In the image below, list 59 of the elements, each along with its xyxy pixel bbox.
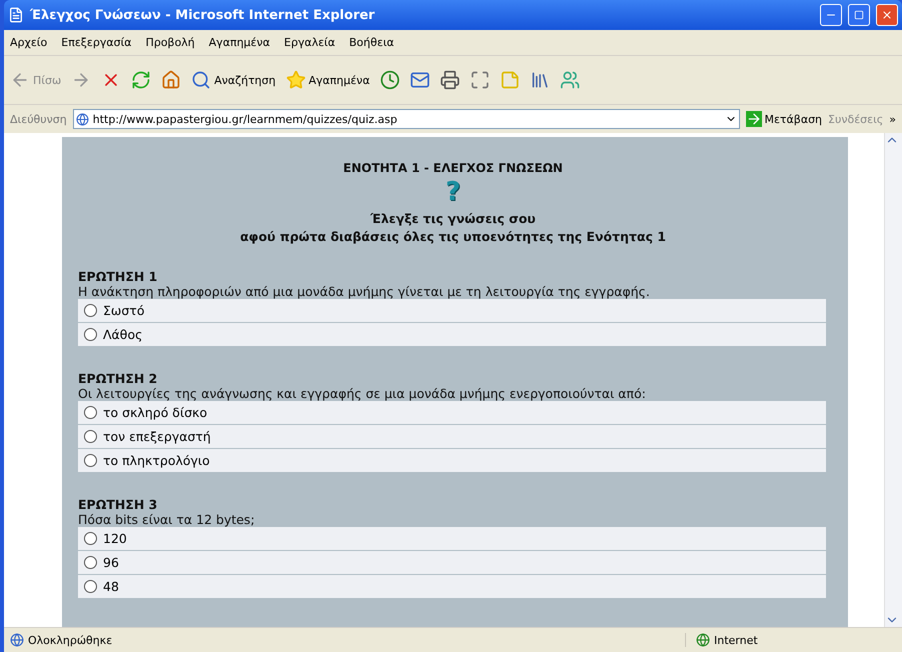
address-field[interactable]: http://www.papastergiou.gr/learnmem/quizzes/quiz.asp xyxy=(72,109,740,129)
close-button[interactable] xyxy=(876,4,898,26)
go-button[interactable]: Μετάβαση xyxy=(746,111,822,127)
answer-option[interactable]: 120 xyxy=(78,527,826,551)
question-title: ΕΡΩΤΗΣΗ 1 xyxy=(78,269,158,284)
radio-button[interactable] xyxy=(84,580,97,593)
intro-text: Έλεγξε τις γνώσεις σου xyxy=(369,211,537,227)
answer-option[interactable]: το πληκτρολόγιο xyxy=(78,449,826,473)
page-heading: ΕΝΟΤΗΤΑ 1 - ΕΛΕΓΧΟΣ ΓΝΩΣΕΩΝ xyxy=(342,161,564,175)
answer-option[interactable]: το σκληρό δίσκο xyxy=(78,401,826,425)
answer-option[interactable]: τον επεξεργαστή xyxy=(78,425,826,449)
question-text: Η ανάκτηση πληροφοριών από μια μονάδα μνήμης γίνεται με τη λειτουργία της εγγραφής. xyxy=(78,284,651,299)
question-text: Οι λειτουργίες της ανάγνωσης και εγγραφής σε μια μονάδα μνήμης ενεργοποιούνται από: xyxy=(78,386,647,401)
fullscreen-icon[interactable] xyxy=(470,70,490,90)
status-text: Ολοκληρώθηκε xyxy=(28,634,114,646)
menu-item[interactable]: Εργαλεία xyxy=(284,36,336,49)
maximize-icon xyxy=(854,10,864,20)
menu-item[interactable]: Βοήθεια xyxy=(349,36,394,49)
intro-text: αφού πρώτα διαβάσεις όλες τις υποενότητες της Ενότητας 1 xyxy=(239,229,667,245)
radio-button[interactable] xyxy=(84,328,97,341)
close-icon xyxy=(881,9,893,21)
window-title: Έλεγχος Γνώσεων - Microsoft Internet Explorer xyxy=(30,8,376,22)
maximize-button[interactable] xyxy=(848,4,870,26)
history-icon[interactable] xyxy=(380,70,400,90)
menu-item[interactable]: Προβολή xyxy=(146,36,195,49)
menu-item[interactable]: Αρχείο xyxy=(10,36,48,49)
address-label: Διεύθυνση xyxy=(10,112,67,126)
radio-button[interactable] xyxy=(84,532,97,545)
search-button[interactable]: Αναζήτηση xyxy=(191,70,276,90)
scrollbar[interactable] xyxy=(884,133,902,627)
search-icon xyxy=(191,70,212,90)
books-icon[interactable] xyxy=(530,70,550,90)
answer-option[interactable]: Σωστό xyxy=(78,299,826,323)
people-icon[interactable] xyxy=(560,70,580,90)
radio-button[interactable] xyxy=(84,304,97,317)
printer-icon[interactable] xyxy=(440,70,460,90)
answer-option[interactable]: 96 xyxy=(78,551,826,575)
refresh-icon[interactable] xyxy=(131,70,152,90)
home-icon[interactable] xyxy=(161,70,182,90)
star-icon xyxy=(286,70,306,90)
help-mark: ? xyxy=(445,177,461,207)
mail-icon[interactable] xyxy=(410,70,430,90)
globe-icon xyxy=(696,633,710,647)
favorites-button[interactable]: Αγαπημένα xyxy=(286,70,370,90)
menu-item[interactable]: Επεξεργασία xyxy=(61,36,132,49)
answer-option[interactable]: 48 xyxy=(78,575,826,599)
radio-button[interactable] xyxy=(84,556,97,569)
question-title: ΕΡΩΤΗΣΗ 3 xyxy=(78,497,158,512)
answer-option[interactable]: Λάθος xyxy=(78,323,826,347)
more-button[interactable]: » xyxy=(889,112,896,126)
zone-indicator: Internet xyxy=(685,633,896,647)
radio-button[interactable] xyxy=(84,454,97,467)
globe-icon xyxy=(76,112,89,126)
question-text: Πόσα bits είναι τα 12 bytes; xyxy=(78,512,256,527)
question-title: ΕΡΩΤΗΣΗ 2 xyxy=(78,371,158,386)
menu-item[interactable]: Αγαπημένα xyxy=(208,36,270,49)
minimize-button[interactable] xyxy=(820,4,842,26)
radio-button[interactable] xyxy=(84,430,97,443)
radio-button[interactable] xyxy=(84,406,97,419)
